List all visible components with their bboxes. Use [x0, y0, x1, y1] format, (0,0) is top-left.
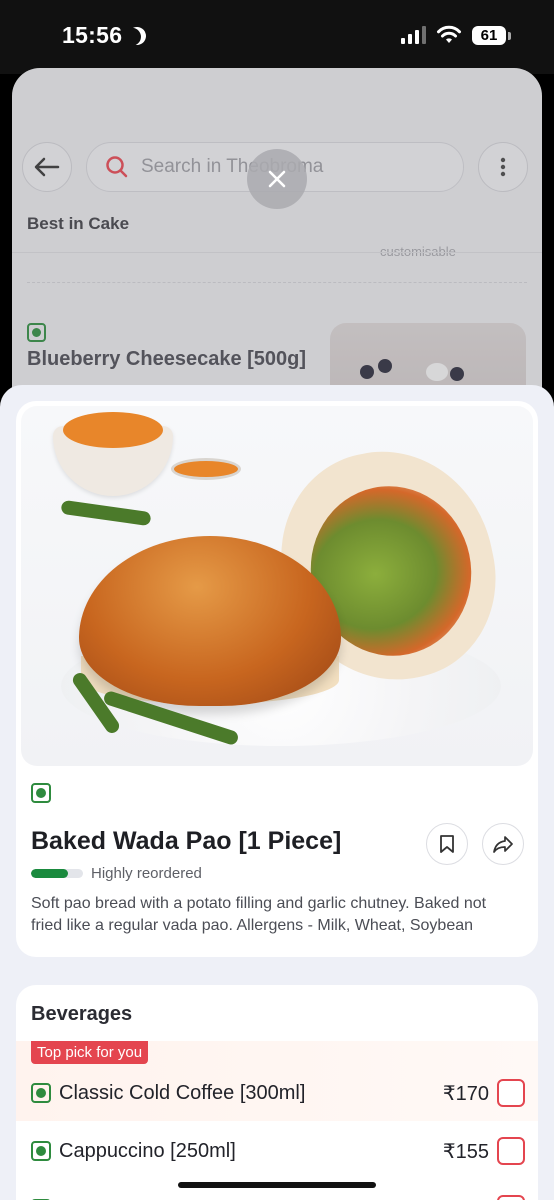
reorder-indicator: Highly reordered [31, 865, 202, 882]
status-bar: 15:56 61 [0, 0, 554, 74]
more-options-button[interactable] [478, 142, 528, 192]
reorder-fill [31, 869, 69, 878]
search-icon [106, 156, 128, 178]
item-price: ₹155 [442, 1140, 489, 1163]
moon-icon [126, 24, 149, 47]
reorder-bar [31, 869, 83, 878]
status-time: 15:56 [62, 22, 146, 49]
close-button[interactable] [247, 149, 307, 209]
item-name: Cappuccino [250ml] [59, 1139, 236, 1162]
section-title: Best in Cake [27, 214, 130, 233]
product-card: Baked Wada Pao [1 Piece] Highly reordere… [16, 401, 538, 957]
add-checkbox[interactable] [497, 1195, 525, 1200]
share-button[interactable] [482, 823, 524, 865]
product-description: Soft pao bread with a potato filling and… [31, 895, 487, 934]
product-sheet: Baked Wada Pao [1 Piece] Highly reordere… [0, 385, 554, 1200]
veg-icon [31, 1083, 51, 1103]
veg-icon [31, 1141, 51, 1161]
item-name: Classic Cold Coffee [300ml] [59, 1081, 306, 1104]
veg-icon [31, 783, 51, 803]
product-title: Baked Wada Pao [1 Piece] [31, 827, 342, 855]
item-price: ₹170 [442, 1082, 489, 1105]
wifi-icon [437, 25, 461, 43]
battery-indicator: 61 [472, 25, 511, 45]
time-text: 15:56 [62, 22, 123, 48]
close-icon [268, 170, 286, 188]
dashed-divider [27, 282, 527, 283]
divider [12, 252, 542, 253]
signal-icon [401, 26, 426, 44]
share-icon [493, 836, 513, 853]
add-checkbox[interactable] [497, 1137, 525, 1165]
reorder-label: Highly reordered [91, 865, 202, 882]
section-title: Beverages [31, 1003, 133, 1025]
product-image [21, 406, 533, 766]
veg-icon [27, 323, 46, 342]
home-indicator [178, 1182, 376, 1188]
back-arrow-icon [34, 157, 60, 177]
back-button[interactable] [22, 142, 72, 192]
bookmark-button[interactable] [426, 823, 468, 865]
bookmark-icon [440, 835, 454, 853]
list-item[interactable] [31, 1193, 525, 1200]
menu-item-name[interactable]: Blueberry Cheesecake [500g] [27, 348, 306, 371]
more-vertical-icon [500, 157, 506, 177]
add-checkbox[interactable] [497, 1079, 525, 1107]
top-pick-badge: Top pick for you [31, 1041, 149, 1064]
beverages-section: Beverages Top pick for you Classic Cold … [16, 985, 538, 1200]
list-item[interactable]: Cappuccino [250ml] ₹155 [31, 1135, 525, 1167]
list-item[interactable]: Classic Cold Coffee [300ml] ₹170 [31, 1077, 525, 1109]
status-icons: 61 [401, 25, 511, 45]
